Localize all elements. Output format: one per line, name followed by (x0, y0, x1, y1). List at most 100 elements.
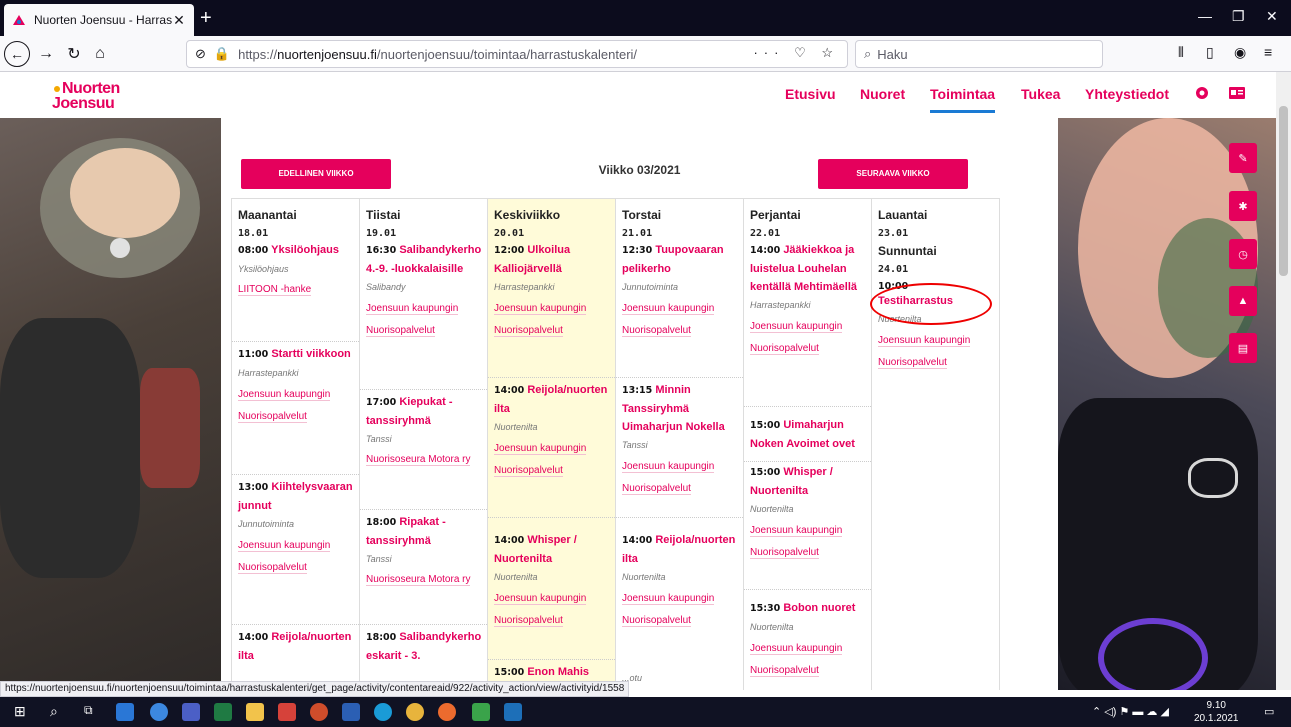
edge-icon[interactable] (374, 703, 392, 721)
event-item[interactable]: 12:30 Tuupovaaran pelikerho Junnutoimint… (622, 241, 739, 341)
page-scrollbar[interactable] (1276, 72, 1291, 690)
url-text[interactable]: https://nuortenjoensuu.fi/nuortenjoensuu… (238, 47, 637, 62)
document-icon[interactable]: ▤ (1229, 333, 1257, 363)
search-input[interactable]: ⌕ Haku (855, 40, 1103, 68)
event-item[interactable]: 18:00 Salibandykerho eskarit - 3. (360, 624, 487, 665)
pdf-icon[interactable] (278, 703, 296, 721)
url-bar[interactable]: ⊘ 🔒 https://nuortenjoensuu.fi/nuortenjoe… (186, 40, 848, 68)
event-organizer[interactable]: Joensuun kaupungin Nuorisopalvelut (366, 303, 459, 337)
home-icon[interactable]: ⌂ (88, 42, 112, 66)
nav-tukea[interactable]: Tukea (1021, 86, 1060, 102)
event-title[interactable]: Bobon nuoret (783, 602, 855, 614)
event-organizer[interactable]: Joensuun kaupungin Nuorisopalvelut (238, 540, 331, 574)
notifications-icon[interactable]: ▭ (1264, 705, 1274, 718)
page-actions-icon[interactable]: ··· ♡ ☆ (753, 45, 839, 61)
browser-tab[interactable]: Nuorten Joensuu - Harrastuskal ✕ (4, 4, 194, 36)
search-icon: ⌕ (864, 46, 872, 61)
sidebar-icon[interactable]: ▯ (1206, 44, 1214, 61)
lock-icon[interactable]: ▲ (1229, 286, 1257, 316)
scrollbar-thumb[interactable] (1279, 106, 1288, 276)
event-item[interactable]: 15:00 Enon Mahis (488, 659, 615, 682)
next-week-button[interactable]: SEURAAVA VIIKKO (818, 159, 968, 189)
event-item[interactable]: 14:00 Reijola/nuorten ilta (232, 624, 359, 665)
event-item[interactable]: 17:00 Kiepukat -tanssiryhmä Tanssi Nuori… (360, 389, 487, 470)
close-window-icon[interactable]: ✕ (1266, 8, 1278, 25)
green-app-icon[interactable] (472, 703, 490, 721)
event-organizer[interactable]: Joensuun kaupungin Nuorisopalvelut (494, 593, 587, 627)
event-organizer[interactable]: LIITOON -hanke (238, 284, 312, 296)
event-organizer[interactable]: Joensuun kaupungin Nuorisopalvelut (238, 389, 331, 423)
tracking-shield-icon[interactable]: ⊘ (195, 46, 206, 62)
pencil-icon[interactable]: ✎ (1229, 143, 1257, 173)
event-organizer[interactable]: Joensuun kaupungin Nuorisopalvelut (878, 335, 971, 369)
event-item[interactable]: 15:00 Uimaharjun Noken Avoimet ovet (744, 406, 871, 453)
event-item[interactable]: 16:30 Salibandykerho 4.-9. -luokkalaisil… (366, 241, 483, 341)
chrome-icon[interactable] (406, 703, 424, 721)
event-item[interactable]: 14:00 Jääkiekkoa ja luistelua Louhelan k… (750, 241, 867, 359)
file-explorer-icon[interactable] (246, 703, 264, 721)
day-date: 20.01 (494, 228, 525, 239)
event-item[interactable]: 15:00 Whisper / Nuortenilta Nuortenilta … (744, 461, 871, 563)
back-icon[interactable]: ← (4, 41, 30, 67)
reload-icon[interactable]: ↻ (62, 42, 86, 66)
search-icon[interactable]: ⌕ (50, 703, 68, 721)
event-category: Harrastepankki (750, 300, 811, 310)
site-logo[interactable]: Nuorten Joensuu (52, 80, 142, 112)
tab-title: Nuorten Joensuu - Harrastuskal (34, 13, 172, 27)
event-item[interactable]: 14:00 Reijola/nuorten ilta Nuortenilta J… (488, 377, 615, 481)
nav-yhteystiedot[interactable]: Yhteystiedot (1085, 86, 1169, 102)
profile-card-icon[interactable] (1228, 84, 1246, 102)
event-item[interactable]: 18:00 Ripakat - tanssiryhmä Tanssi Nuori… (360, 509, 487, 590)
event-title[interactable]: Enon Mahis (527, 666, 589, 678)
excel-icon[interactable] (214, 703, 232, 721)
event-item[interactable]: 12:00 Ulkoilua Kalliojärvellä Harrastepa… (494, 241, 611, 341)
clock-icon[interactable]: ◷ (1229, 239, 1257, 269)
powerpoint-icon[interactable] (310, 703, 328, 721)
event-title[interactable]: Startti viikkoon (271, 348, 350, 360)
menu-icon[interactable]: ≡ (1264, 44, 1272, 60)
lock-icon[interactable]: 🔒 (214, 46, 230, 62)
highlight-annotation (870, 283, 992, 325)
teams-icon[interactable] (182, 703, 200, 721)
firefox-icon[interactable] (438, 703, 456, 721)
event-item[interactable]: 13:00 Kiihtelysvaaran junnut Junnutoimin… (232, 474, 359, 578)
event-item[interactable]: 13:15 Minnin Tanssiryhmä Uimaharjun Noke… (616, 377, 743, 499)
tray-icons[interactable]: ⌃ ◁) ⚑ ▬ ☁ ◢ (1092, 705, 1169, 718)
event-organizer[interactable]: Joensuun kaupungin Nuorisopalvelut (622, 461, 715, 495)
restore-icon[interactable]: ❐ (1232, 8, 1245, 25)
event-organizer[interactable]: Nuorisoseura Motora ry (366, 574, 471, 586)
event-organizer[interactable]: Joensuun kaupungin Nuorisopalvelut (494, 443, 587, 477)
settings-icon[interactable]: ✱ (1229, 191, 1257, 221)
store-icon[interactable] (116, 703, 134, 721)
event-item[interactable]: 14:00 Whisper / Nuortenilta Nuortenilta … (488, 517, 615, 631)
windows-start-icon[interactable]: ⊞ (14, 703, 32, 721)
minimize-icon[interactable]: — (1198, 8, 1212, 24)
event-item[interactable]: 08:00 Yksilöohjaus Yksilöohjaus LIITOON … (238, 241, 355, 300)
event-organizer[interactable]: Joensuun kaupungin Nuorisopalvelut (622, 593, 715, 627)
forward-icon[interactable]: → (34, 42, 58, 66)
event-category: Harrastepankki (494, 282, 555, 292)
event-item[interactable]: 15:30 Bobon nuoret Nuortenilta Joensuun … (744, 589, 871, 681)
gear-icon[interactable] (1193, 84, 1211, 102)
library-icon[interactable]: ⫴ (1178, 44, 1184, 61)
system-clock[interactable]: 9.10 20.1.2021 (1194, 699, 1239, 725)
event-organizer[interactable]: Joensuun kaupungin Nuorisopalvelut (750, 321, 843, 355)
tab-close-icon[interactable]: ✕ (172, 12, 186, 29)
event-item[interactable]: 11:00 Startti viikkoon Harrastepankki Jo… (232, 341, 359, 427)
nav-nuoret[interactable]: Nuoret (860, 86, 905, 102)
nav-etusivu[interactable]: Etusivu (785, 86, 836, 102)
event-organizer[interactable]: Joensuun kaupungin Nuorisopalvelut (750, 643, 843, 677)
event-organizer[interactable]: Nuorisoseura Motora ry (366, 454, 471, 466)
account-icon[interactable]: ◉ (1234, 44, 1246, 61)
task-view-icon[interactable]: ⧉ (84, 703, 102, 721)
event-organizer[interactable]: Joensuun kaupungin Nuorisopalvelut (494, 303, 587, 337)
new-tab-button[interactable]: + (200, 8, 212, 28)
event-title[interactable]: Yksilöohjaus (271, 244, 339, 256)
event-item[interactable]: 14:00 Reijola/nuorten ilta Nuortenilta J… (616, 517, 743, 631)
word-icon[interactable] (342, 703, 360, 721)
edge-legacy-icon[interactable] (150, 703, 168, 721)
event-organizer[interactable]: Joensuun kaupungin Nuorisopalvelut (750, 525, 843, 559)
outlook-icon[interactable] (504, 703, 522, 721)
event-organizer[interactable]: Joensuun kaupungin Nuorisopalvelut (622, 303, 715, 337)
nav-toimintaa[interactable]: Toimintaa (930, 86, 996, 113)
